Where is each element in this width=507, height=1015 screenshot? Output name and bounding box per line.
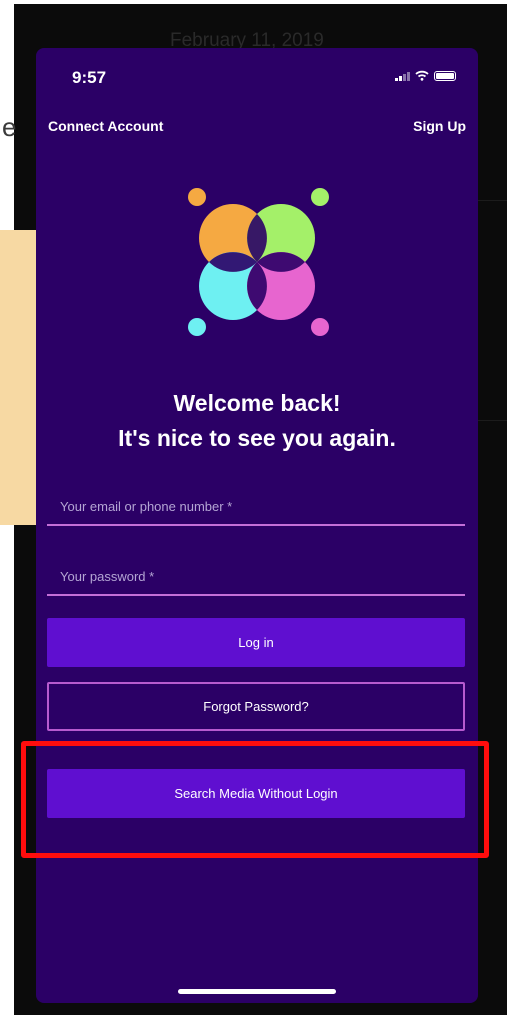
- connect-account-link[interactable]: Connect Account: [48, 118, 163, 134]
- status-time: 9:57: [72, 68, 107, 87]
- password-field: [47, 558, 465, 596]
- welcome-heading: Welcome back!: [173, 390, 341, 416]
- screenshot-stage: February 11, 2019 e 9:57 Connect Account…: [0, 0, 507, 1015]
- status-icons: [395, 70, 456, 81]
- email-input[interactable]: [47, 488, 465, 524]
- background-divider: [478, 420, 507, 421]
- forgot-password-button[interactable]: Forgot Password?: [47, 682, 465, 731]
- login-button[interactable]: Log in: [47, 618, 465, 667]
- search-without-login-label: Search Media Without Login: [174, 786, 338, 801]
- search-without-login-button[interactable]: Search Media Without Login: [47, 769, 465, 818]
- wifi-icon: [415, 70, 429, 81]
- battery-icon: [434, 70, 456, 81]
- home-indicator[interactable]: [178, 989, 336, 994]
- login-button-label: Log in: [238, 635, 274, 650]
- background-divider: [478, 200, 507, 201]
- sign-up-link[interactable]: Sign Up: [413, 118, 466, 134]
- forgot-password-label: Forgot Password?: [203, 699, 309, 714]
- signal-icon: [395, 71, 410, 81]
- password-input[interactable]: [47, 558, 465, 594]
- welcome-subheading: It's nice to see you again.: [118, 425, 396, 451]
- background-side-panel: [0, 230, 40, 525]
- background-side-text: e: [2, 112, 17, 142]
- phone-screen: 9:57 Connect Account Sign Up Welcome bac…: [36, 48, 478, 1003]
- four-circle-logo-icon: [188, 188, 329, 336]
- email-field: [47, 488, 465, 526]
